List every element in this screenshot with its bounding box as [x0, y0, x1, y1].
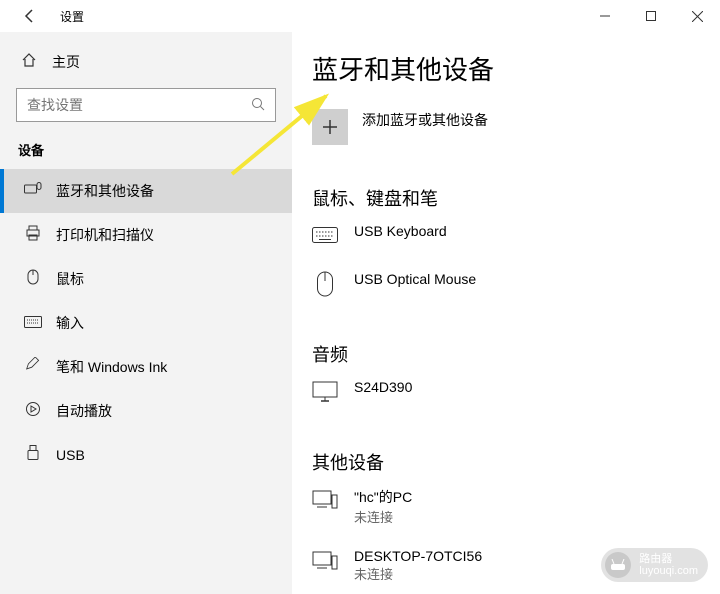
sidebar-item-pen[interactable]: 笔和 Windows Ink	[0, 345, 292, 389]
device-name: "hc"的PC	[354, 487, 412, 507]
titlebar: 设置	[0, 0, 720, 32]
search-icon	[249, 97, 267, 114]
device-status: 未连接	[354, 507, 412, 526]
monitor-icon	[312, 379, 338, 405]
sidebar: 主页 设备 蓝牙和其他设备 打印机和扫描仪	[0, 32, 292, 594]
sections: 鼠标、键盘和笔 USB Keyboard USB Optical Mouse 音…	[312, 185, 708, 594]
device-name: S24D390	[354, 379, 412, 395]
add-device-button[interactable]: 添加蓝牙或其他设备	[312, 109, 708, 145]
minimize-icon	[600, 11, 610, 21]
device-name: USB Optical Mouse	[354, 271, 476, 287]
maximize-button[interactable]	[628, 0, 674, 32]
close-button[interactable]	[674, 0, 720, 32]
sidebar-item-mouse[interactable]: 鼠标	[0, 257, 292, 301]
device-row[interactable]: USB Optical Mouse	[312, 271, 708, 297]
router-logo-icon	[605, 552, 631, 578]
home-icon	[18, 52, 40, 72]
sidebar-item-label: 打印机和扫描仪	[56, 225, 154, 245]
pen-icon	[22, 357, 44, 377]
window-controls	[582, 0, 720, 32]
sidebar-home-label: 主页	[52, 52, 80, 72]
keyboard-mouse-icon	[22, 182, 44, 200]
watermark-sub: luyouqi.com	[639, 565, 698, 577]
pc-icon	[312, 487, 338, 513]
autoplay-icon	[22, 401, 44, 421]
search-wrap	[0, 82, 292, 132]
plus-icon	[312, 109, 348, 145]
usb-icon	[22, 445, 44, 465]
sidebar-home[interactable]: 主页	[0, 42, 292, 82]
mouse-icon	[312, 271, 338, 297]
device-row[interactable]: S24D390	[312, 379, 708, 405]
mouse-icon	[22, 269, 44, 289]
minimize-button[interactable]	[582, 0, 628, 32]
device-row[interactable]: USB Keyboard	[312, 223, 708, 249]
typing-icon	[22, 315, 44, 332]
sidebar-item-autoplay[interactable]: 自动播放	[0, 389, 292, 433]
device-row[interactable]: "hc"的PC 未连接	[312, 487, 708, 526]
pc-icon	[312, 548, 338, 574]
watermark: 路由器 luyouqi.com	[601, 548, 708, 582]
sidebar-item-typing[interactable]: 输入	[0, 301, 292, 345]
sidebar-item-printers[interactable]: 打印机和扫描仪	[0, 213, 292, 257]
layout: 主页 设备 蓝牙和其他设备 打印机和扫描仪	[0, 32, 720, 594]
section-title: 鼠标、键盘和笔	[312, 185, 708, 211]
sidebar-item-label: 蓝牙和其他设备	[56, 181, 154, 201]
sidebar-item-label: USB	[56, 447, 85, 463]
section-input-devices: 鼠标、键盘和笔 USB Keyboard USB Optical Mouse	[312, 185, 708, 319]
sidebar-item-label: 输入	[56, 313, 84, 333]
sidebar-item-bluetooth[interactable]: 蓝牙和其他设备	[0, 169, 292, 213]
keyboard-icon	[312, 223, 338, 249]
content: 蓝牙和其他设备 添加蓝牙或其他设备 鼠标、键盘和笔 USB Keyboard	[292, 32, 720, 594]
search-input[interactable]	[16, 88, 276, 122]
sidebar-group-label: 设备	[0, 132, 292, 169]
section-title: 其他设备	[312, 449, 708, 475]
sidebar-item-label: 自动播放	[56, 401, 112, 421]
window-title: 设置	[60, 8, 84, 25]
back-button[interactable]	[18, 4, 42, 28]
search-field[interactable]	[27, 97, 249, 113]
device-status: 未连接	[354, 564, 482, 583]
device-name: DESKTOP-7OTCI56	[354, 548, 482, 564]
section-title: 音频	[312, 341, 708, 367]
add-device-label: 添加蓝牙或其他设备	[362, 110, 488, 130]
section-audio: 音频 S24D390	[312, 341, 708, 427]
maximize-icon	[646, 11, 656, 21]
page-title: 蓝牙和其他设备	[312, 50, 708, 87]
close-icon	[692, 11, 703, 22]
device-name: USB Keyboard	[354, 223, 447, 239]
sidebar-item-usb[interactable]: USB	[0, 433, 292, 477]
printer-icon	[22, 225, 44, 245]
sidebar-item-label: 笔和 Windows Ink	[56, 357, 167, 377]
sidebar-item-label: 鼠标	[56, 269, 84, 289]
watermark-name: 路由器	[639, 553, 698, 565]
arrow-left-icon	[22, 8, 38, 24]
